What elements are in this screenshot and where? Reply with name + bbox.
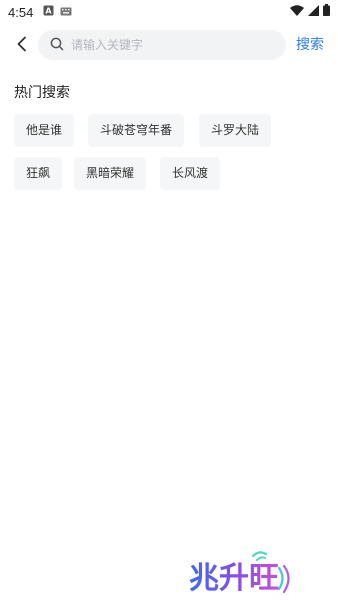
search-bar: 搜索 (0, 30, 338, 62)
hot-search-title: 热门搜索 (14, 85, 70, 101)
hot-tag[interactable]: 他是谁 (14, 114, 75, 147)
watermark-logo: 兆升旺 (187, 548, 297, 596)
search-button[interactable]: 搜索 (296, 30, 324, 60)
status-right-icons (290, 4, 330, 20)
status-bar: 4:54 A (0, 0, 338, 24)
status-left-icons: A (43, 5, 72, 20)
hot-tag[interactable]: 长风渡 (160, 157, 221, 190)
hot-tag[interactable]: 狂飙 (14, 157, 63, 190)
search-icon (50, 36, 64, 55)
watermark-text: 兆升旺 (189, 561, 279, 594)
hot-tag[interactable]: 斗破苍穹年番 (88, 114, 185, 147)
signal-icon (308, 4, 319, 20)
back-button[interactable] (10, 34, 34, 58)
keyboard-icon (60, 5, 72, 20)
search-input[interactable] (71, 38, 261, 52)
hot-tag[interactable]: 斗罗大陆 (199, 114, 272, 147)
hot-tag[interactable]: 黑暗荣耀 (74, 157, 147, 190)
status-time: 4:54 (8, 4, 34, 20)
wifi-icon (290, 4, 304, 20)
search-box[interactable] (38, 30, 286, 60)
a-box-icon: A (43, 5, 54, 20)
battery-icon (323, 4, 330, 20)
svg-text:A: A (46, 6, 53, 15)
chevron-left-icon (16, 36, 28, 56)
